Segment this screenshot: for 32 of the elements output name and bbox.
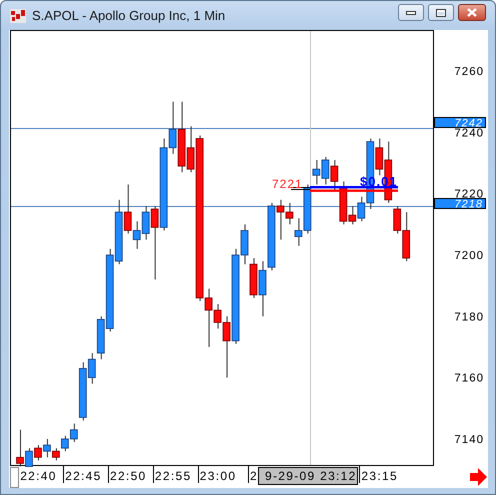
time-axis-label: 23:00 (200, 469, 236, 483)
app-icon (10, 8, 26, 22)
candle (321, 156, 330, 185)
price-tag: 7218 (434, 198, 486, 210)
order-price-label: 7221 (272, 177, 303, 191)
close-button[interactable] (458, 4, 486, 21)
time-axis-label: 22:45 (65, 469, 102, 483)
minimize-button[interactable] (398, 4, 424, 21)
maximize-button[interactable] (428, 4, 454, 21)
time-axis-label: 2 (250, 469, 258, 483)
price-axis-label: 7260 (454, 66, 484, 78)
minimize-icon (406, 10, 416, 14)
price-axis-label: 7140 (454, 434, 484, 446)
price-axis-label: 7220 (454, 188, 484, 201)
candle (330, 159, 338, 192)
cursor-time-label: 9-29-09 23:12 (258, 467, 358, 485)
time-axis-label: 23:15 (361, 469, 398, 483)
candle (70, 423, 78, 442)
time-axis-label: 22:50 (110, 469, 147, 483)
time-axis-label: 22:40 (20, 469, 57, 483)
time-axis-label: 22:55 (154, 469, 192, 483)
price-axis-label: 7160 (454, 372, 484, 385)
candle (114, 199, 123, 265)
maximize-icon (436, 8, 446, 16)
close-icon (467, 8, 477, 17)
price-axis-label: 7180 (454, 311, 484, 324)
price-axis-label: 7240 (454, 127, 484, 140)
scroll-handle[interactable] (10, 467, 19, 488)
price-axis-label: 7200 (454, 250, 484, 262)
arrow-right-icon[interactable] (470, 468, 487, 486)
window-title: S.APOL - Apollo Group Inc, 1 Min (32, 8, 226, 23)
price-tag: 7242 (434, 117, 486, 130)
